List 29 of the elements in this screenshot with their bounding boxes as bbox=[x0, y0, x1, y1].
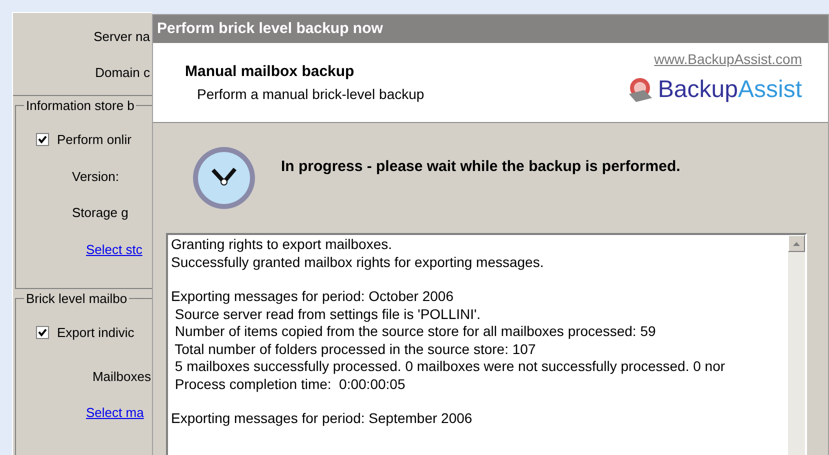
checkbox-label: Perform onlir bbox=[57, 131, 132, 149]
log-line: Successfully granted mailbox rights for exporting messages. bbox=[171, 254, 545, 271]
log-line: Exporting messages for period: September 2006 bbox=[171, 410, 474, 428]
up-arrow-icon bbox=[793, 242, 800, 246]
status-message: In progress - please wait while the backup is performed. bbox=[281, 156, 680, 177]
checkbox[interactable] bbox=[36, 133, 49, 146]
field-label: Domain c bbox=[95, 64, 150, 82]
log-line: Total number of folders processed in the source store: 107 bbox=[174, 340, 537, 358]
log-line: Number of items copied from the source store for all mailboxes processed: 59 bbox=[174, 323, 657, 340]
dialog-subheading: Perform a manual brick-level backup bbox=[196, 84, 424, 104]
link[interactable]: Select stc bbox=[86, 240, 142, 259]
log-line: 5 mailboxes successfully processed. 0 mailboxes were not successfully processed. 0 nor bbox=[174, 358, 726, 376]
link[interactable]: Select ma bbox=[86, 403, 144, 422]
log-line: Source server read from settings file is 'POLLINI'. bbox=[174, 306, 482, 323]
checkbox[interactable] bbox=[36, 326, 49, 340]
scroll-up-button[interactable] bbox=[788, 235, 805, 252]
log-line: Process completion time: 0:00:00:05 bbox=[174, 376, 406, 393]
field-label: Storage g bbox=[71, 204, 130, 222]
log-line: Exporting messages for period: October 2006 bbox=[171, 288, 454, 306]
dialog-heading: Manual mailbox backup bbox=[185, 62, 356, 82]
clock-icon bbox=[191, 145, 257, 211]
log-line: Granting rights to export mailboxes. bbox=[171, 236, 393, 254]
window-title: Perform brick level backup now bbox=[153, 15, 828, 43]
field-label: Mailboxes bbox=[92, 368, 151, 386]
checkbox-label: Export indivic bbox=[57, 324, 134, 342]
field-label: Server na bbox=[94, 28, 150, 46]
website-link[interactable]: www.BackupAssist.com bbox=[654, 49, 802, 70]
field-label: Version: bbox=[71, 168, 120, 186]
logo-text: BackupAssist bbox=[658, 78, 802, 102]
